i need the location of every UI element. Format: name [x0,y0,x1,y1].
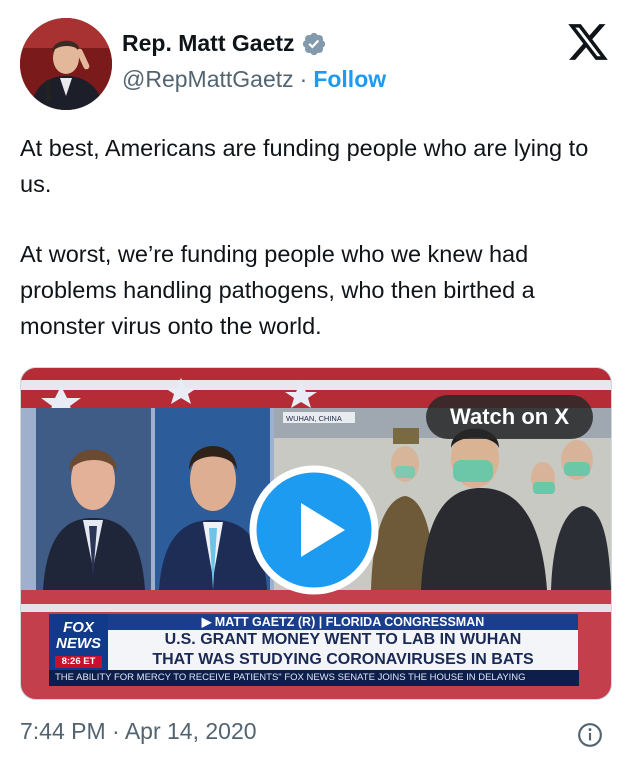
chyron-line-2: THAT WAS STUDYING CORONAVIRUSES IN BATS [152,651,534,668]
tweet-timestamp[interactable]: 7:44 PM · Apr 14, 2020 [20,718,257,745]
verified-badge-icon [302,32,325,55]
chyron-headline: U.S. GRANT MONEY WENT TO LAB IN WUHAN TH… [108,630,578,670]
chyron-line-1: U.S. GRANT MONEY WENT TO LAB IN WUHAN [164,631,522,648]
fox-news-logo: FOX NEWS 8:26 ET [49,614,108,670]
tweet-text: At best, Americans are funding people wh… [20,130,610,378]
video-media[interactable]: WUHAN, CHINA Watch on X FOX NEWS 8:26 ET… [20,367,612,700]
watch-on-x-button[interactable]: Watch on X [426,395,593,439]
play-icon[interactable] [249,465,379,595]
author-avatar[interactable] [20,18,112,110]
info-icon[interactable] [577,722,603,748]
tweet-paragraph-1: At best, Americans are funding people wh… [20,135,589,197]
network-logo-line-1: FOX [63,619,94,636]
author-handle-row: @RepMattGaetz · Follow [122,66,386,93]
chyron-name: ▶ MATT GAETZ (R) | FLORIDA CONGRESSMAN [108,614,578,630]
news-ticker: THE ABILITY FOR MERCY TO RECEIVE PATIENT… [49,670,579,686]
author-name[interactable]: Rep. Matt Gaetz [122,30,295,57]
tweet-paragraph-2: At worst, we’re funding people who we kn… [20,241,535,339]
x-logo-icon[interactable] [566,20,610,64]
location-tag: WUHAN, CHINA [286,414,342,423]
follow-button[interactable]: Follow [313,66,386,93]
author-handle[interactable]: @RepMattGaetz [122,66,294,93]
network-time: 8:26 ET [55,656,102,668]
author-name-row: Rep. Matt Gaetz [122,30,327,57]
separator-dot: · [299,66,308,92]
avatar-image [20,18,112,110]
network-logo-line-2: NEWS [56,635,101,652]
